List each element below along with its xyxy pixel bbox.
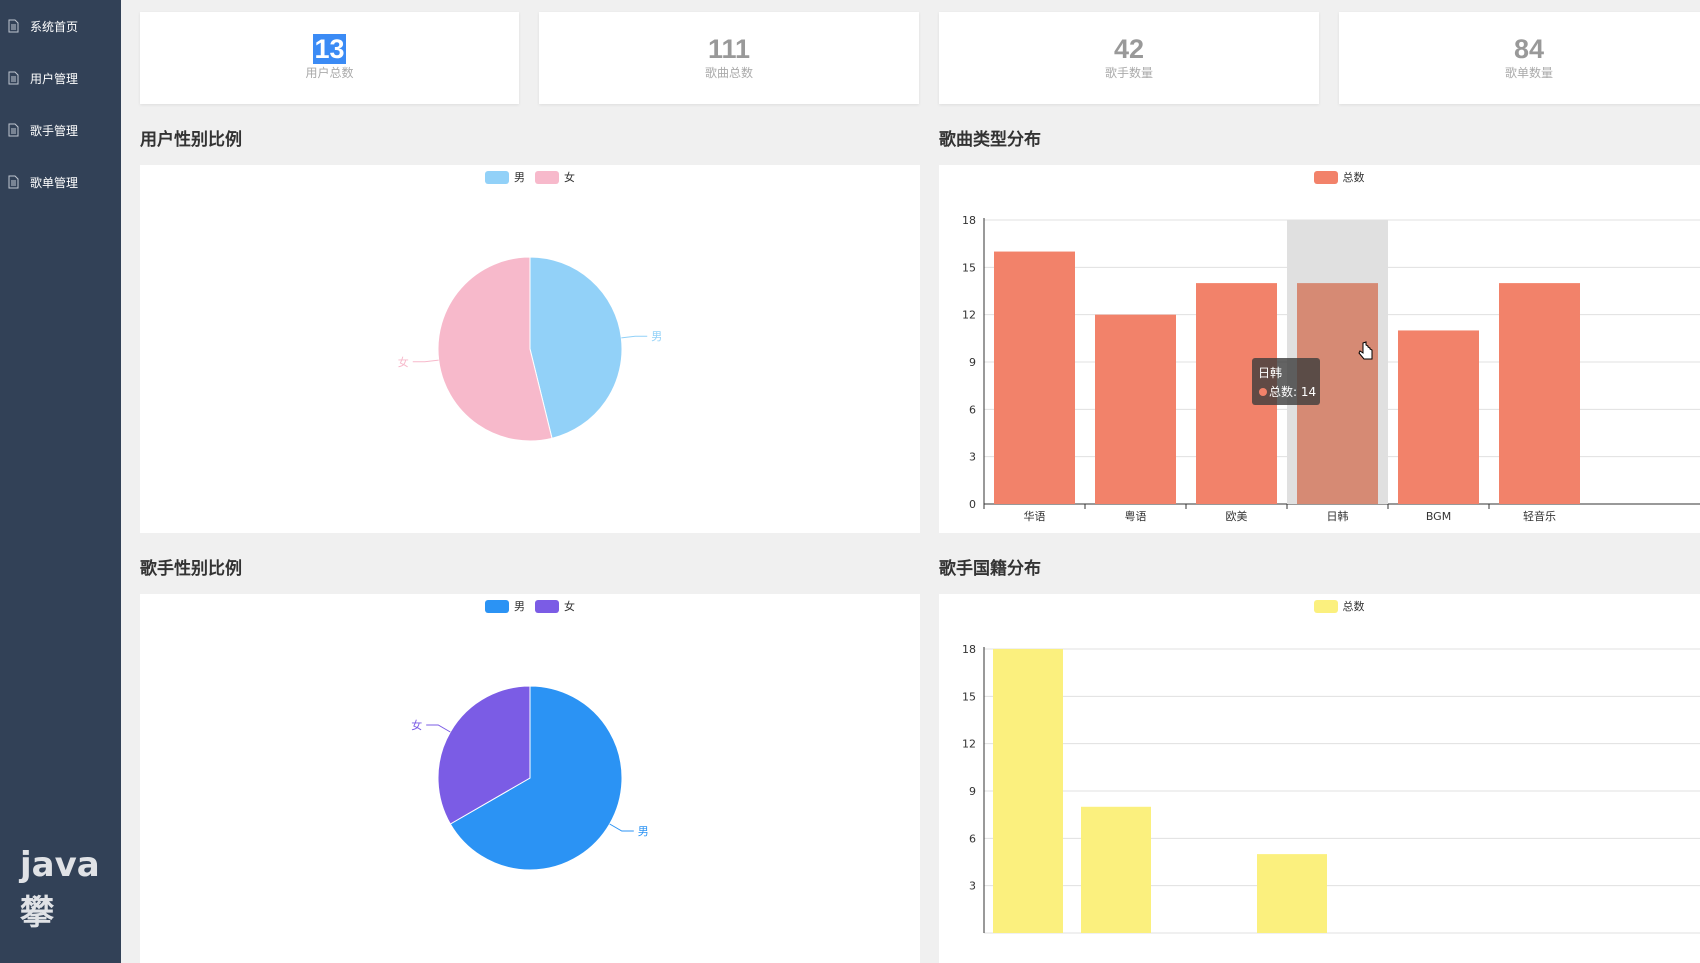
stat-value: 111: [707, 34, 751, 64]
y-tick-label: 0: [969, 498, 976, 511]
sidebar-item-label: 系统首页: [30, 19, 79, 34]
section-title-user-gender: 用户性别比例: [140, 130, 242, 150]
stat-card-users: 13 用户总数: [140, 12, 519, 104]
legend-item[interactable]: 女: [535, 598, 575, 614]
legend-item[interactable]: 男: [485, 598, 525, 614]
song-type-bar-chart: 0369121518华语 粤语 欧美 日韩 BGM 轻音乐日韩总数: 14: [962, 214, 1700, 523]
section-title-song-type: 歌曲类型分布: [939, 130, 1041, 150]
stat-label: 歌手数量: [1104, 66, 1153, 80]
pie-label-line: [621, 335, 648, 339]
document-icon: [6, 175, 20, 189]
stat-value: 84: [1513, 34, 1545, 64]
legend-item[interactable]: 男: [485, 169, 525, 185]
legend-item[interactable]: 女: [535, 169, 575, 185]
sidebar: 系统首页用户管理歌手管理歌单管理 java攀 bilibili: [0, 0, 420, 963]
stat-label: 用户总数: [305, 66, 354, 80]
sidebar-item-2[interactable]: 歌手管理: [0, 104, 121, 156]
user-gender-pie: 男女: [398, 256, 662, 442]
stat-card-playlists: 84 歌单数量: [1339, 12, 1700, 104]
tooltip-value: 总数: 14: [1269, 384, 1316, 399]
y-tick-label: 9: [969, 356, 976, 369]
tooltip-marker: [1259, 388, 1267, 396]
pie-label: 男: [638, 825, 649, 838]
stat-label: 歌单数量: [1504, 66, 1553, 80]
pie-label-line: [412, 359, 439, 363]
sidebar-item-label: 用户管理: [30, 71, 79, 86]
y-tick-label: 3: [969, 880, 976, 893]
legend-swatch: [535, 170, 559, 184]
stat-card-songs: 111 歌曲总数: [539, 12, 919, 104]
stat-card-singers: 42 歌手数量: [939, 12, 1319, 104]
legend-label: 总数: [1342, 171, 1365, 184]
legend-label: 男: [514, 171, 525, 184]
legend-label: 女: [564, 600, 575, 613]
tooltip-title: 日韩: [1258, 365, 1282, 380]
y-tick-label: 3: [969, 451, 976, 464]
singer-gender-chart: 男女 男女: [140, 594, 920, 963]
song-type-chart: 总数 0 3 6 9 12 15 18 华语 粤语 欧美 日韩 BGM 轻音乐 日韩 总数: 14: [939, 165, 1700, 533]
y-tick-label: 12: [962, 738, 976, 751]
legend-label: 女: [564, 171, 575, 184]
stat-label: 歌曲总数: [704, 66, 753, 80]
y-tick-label: 9: [969, 785, 976, 798]
pie-label-line: [426, 724, 451, 733]
legend-swatch: [1313, 170, 1338, 184]
sidebar-item-3[interactable]: 歌单管理: [0, 156, 121, 208]
document-icon: [6, 123, 20, 137]
pie-label: 女: [411, 718, 422, 732]
bar[interactable]: [1398, 330, 1479, 504]
x-tick-label: 轻音乐: [1523, 509, 1556, 523]
chart-tooltip: 日韩总数: 14: [1252, 358, 1320, 405]
legend-swatch: [485, 170, 509, 184]
legend-swatch: [1313, 599, 1338, 613]
pie-label-line: [609, 823, 634, 832]
sidebar-item-1[interactable]: 用户管理: [0, 52, 121, 104]
bar[interactable]: [993, 649, 1063, 933]
main-content: 13 用户总数 111 歌曲总数 42 歌手数量 84 歌单数量 用户性别比例 …: [121, 0, 1700, 963]
legend-swatch: [535, 599, 559, 613]
bar[interactable]: [994, 251, 1075, 504]
section-title-singer-gender: 歌手性别比例: [140, 559, 242, 579]
section-title-singer-country: 歌手国籍分布: [939, 559, 1041, 579]
bar[interactable]: [1095, 314, 1176, 504]
stat-value: 13: [313, 34, 346, 64]
singer-gender-pie: 男女: [411, 685, 649, 871]
y-tick-label: 6: [969, 832, 976, 845]
chart-legend: 男女: [140, 598, 920, 614]
legend-label: 男: [514, 600, 525, 613]
legend-swatch: [485, 599, 509, 613]
y-tick-label: 12: [962, 309, 976, 322]
x-tick-label: 日韩: [1327, 509, 1349, 523]
chart-legend: 男女: [140, 169, 920, 185]
legend-item[interactable]: 总数: [1313, 598, 1365, 614]
sidebar-item-label: 歌手管理: [30, 123, 79, 138]
bar[interactable]: [1257, 854, 1327, 933]
pie-label: 男: [651, 330, 662, 343]
legend-item[interactable]: 总数: [1313, 169, 1365, 185]
bar[interactable]: [1081, 806, 1151, 933]
sidebar-item-0[interactable]: 系统首页: [0, 0, 121, 52]
pie-label: 女: [398, 355, 409, 369]
document-icon: [6, 19, 20, 33]
y-tick-label: 18: [962, 214, 976, 227]
stat-value: 42: [1113, 34, 1145, 64]
x-tick-label: BGM: [1426, 510, 1451, 523]
singer-country-bar-chart: 3 6 9 12 15 18: [962, 643, 1700, 934]
legend-label: 总数: [1342, 600, 1365, 613]
document-icon: [6, 71, 20, 85]
x-tick-label: 华语: [1024, 509, 1046, 523]
user-gender-chart: 男女 男女: [140, 165, 920, 533]
watermark-text: java攀: [20, 845, 100, 933]
y-tick-label: 15: [962, 261, 976, 274]
y-tick-label: 6: [969, 403, 976, 416]
y-tick-label: 18: [962, 643, 976, 656]
x-tick-label: 欧美: [1226, 510, 1248, 523]
y-tick-label: 15: [962, 690, 976, 703]
singer-country-chart: 总数 3 6 9 12 15 18: [939, 594, 1700, 963]
sidebar-item-label: 歌单管理: [30, 175, 79, 190]
chart-legend: 总数: [939, 169, 1700, 185]
x-tick-label: 粤语: [1125, 509, 1147, 523]
bar[interactable]: [1499, 283, 1580, 504]
chart-legend: 总数: [939, 598, 1700, 614]
